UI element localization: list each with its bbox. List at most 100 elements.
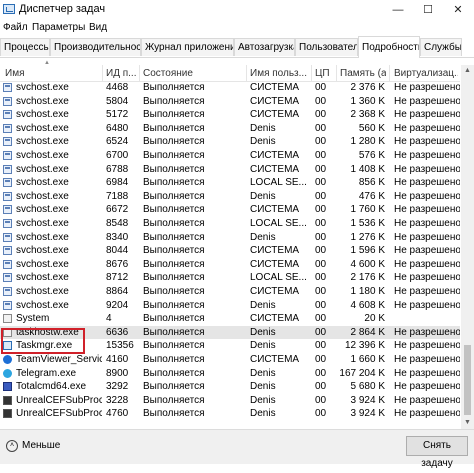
cell-name: svchost.exe: [16, 177, 69, 189]
cell-status: Выполняется: [143, 313, 205, 325]
cell-user: СИСТЕМА: [250, 313, 300, 325]
table-row[interactable]: svchost.exe 5804 Выполняется СИСТЕМА 00 1 360…: [0, 95, 460, 109]
menu-file[interactable]: Файл: [3, 22, 28, 33]
totalcmd-icon: [3, 382, 12, 392]
cell-name: UnrealCEFSubProces...: [16, 408, 102, 420]
tab-users[interactable]: Пользователи: [295, 38, 358, 56]
menu-options[interactable]: Параметры: [32, 22, 85, 33]
minimize-button[interactable]: —: [383, 0, 413, 20]
tab-details[interactable]: Подробности: [358, 36, 420, 58]
menu-view[interactable]: Вид: [89, 22, 107, 33]
column-name[interactable]: Имя: [5, 68, 100, 79]
table-row[interactable]: svchost.exe 8676 Выполняется СИСТЕМА 00 4 600…: [0, 258, 460, 272]
cell-virtualization: Не разрешено: [394, 367, 460, 379]
table-row[interactable]: svchost.exe 8864 Выполняется СИСТЕМА 00 1 180…: [0, 285, 460, 299]
cell-memory: 167 204 K: [339, 367, 385, 379]
table-row[interactable]: Telegram.exe 8900 Выполняется Denis 00 167 20…: [0, 367, 460, 381]
cell-pid: 6984: [106, 177, 129, 189]
maximize-button[interactable]: ☐: [413, 0, 443, 20]
table-row[interactable]: svchost.exe 6524 Выполняется Denis 00 1 280 K…: [0, 135, 460, 149]
scroll-down-icon[interactable]: ▼: [461, 417, 474, 429]
cell-user: Denis: [250, 122, 276, 134]
cell-status: Выполняется: [143, 109, 205, 121]
annotation-highlight-box: [1, 328, 85, 354]
cell-pid: 5172: [106, 109, 129, 121]
column-status[interactable]: Состояние: [143, 68, 243, 79]
tab-performance[interactable]: Производительность: [50, 38, 141, 56]
cell-memory: 1 360 K: [350, 95, 385, 107]
cell-virtualization: Не разрешено: [394, 177, 460, 189]
cell-memory: 1 660 K: [350, 354, 385, 365]
column-cpu[interactable]: ЦП: [315, 68, 335, 79]
scroll-thumb[interactable]: [464, 345, 471, 415]
cell-name: svchost.exe: [16, 190, 69, 202]
telegram-icon: [3, 368, 12, 378]
table-row[interactable]: svchost.exe 6984 Выполняется LOCAL SE... 00 8…: [0, 176, 460, 190]
cell-virtualization: Не разрешено: [394, 218, 460, 229]
table-row[interactable]: TeamViewer_Service.... 4160 Выполняется СИС…: [0, 353, 460, 367]
cell-user: Denis: [250, 340, 276, 352]
teamviewer-icon: [3, 355, 12, 364]
cell-status: Выполняется: [143, 190, 205, 202]
table-row[interactable]: svchost.exe 6700 Выполняется СИСТЕМА 00 576 K…: [0, 149, 460, 163]
column-memory[interactable]: Память (а...: [340, 68, 386, 79]
column-divider[interactable]: [311, 65, 312, 81]
unreal-icon: [3, 409, 12, 419]
vertical-scrollbar[interactable]: ▲ ▼: [461, 65, 474, 429]
table-row[interactable]: UnrealCEFSubProces... 4760 Выполняется Deni…: [0, 407, 460, 421]
cell-pid: 4: [106, 313, 112, 325]
collapse-icon[interactable]: ˄: [6, 440, 18, 452]
end-task-button[interactable]: Снять задачу: [406, 436, 468, 469]
table-row[interactable]: svchost.exe 7188 Выполняется Denis 00 476 K Не…: [0, 190, 460, 204]
service-icon: [3, 110, 12, 120]
column-divider[interactable]: [246, 65, 247, 81]
cell-user: LOCAL SE...: [250, 177, 307, 189]
service-icon: [3, 273, 12, 283]
cell-name: svchost.exe: [16, 231, 69, 243]
cell-name: svchost.exe: [16, 245, 69, 257]
tab-startup[interactable]: Автозагрузка: [234, 38, 295, 56]
table-row[interactable]: UnrealCEFSubProces... 3228 Выполняется Deni…: [0, 394, 460, 408]
table-row[interactable]: svchost.exe 8044 Выполняется СИСТЕМА 00 1 596…: [0, 244, 460, 258]
cell-user: Denis: [250, 136, 276, 148]
cell-user: СИСТЕМА: [250, 150, 300, 161]
table-row[interactable]: svchost.exe 8340 Выполняется Denis 00 1 276 K…: [0, 231, 460, 245]
column-divider[interactable]: [102, 65, 103, 81]
column-divider[interactable]: [139, 65, 140, 81]
column-pid[interactable]: ИД п...: [106, 68, 138, 79]
column-divider[interactable]: [389, 65, 390, 81]
table-row[interactable]: svchost.exe 8712 Выполняется LOCAL SE... 00 2…: [0, 271, 460, 285]
cell-pid: 8340: [106, 231, 129, 243]
cell-name: Telegram.exe: [16, 367, 77, 379]
column-divider[interactable]: [336, 65, 337, 81]
cell-virtualization: Не разрешено: [394, 82, 460, 93]
cell-memory: 1 276 K: [350, 231, 385, 243]
tab-services[interactable]: Службы: [420, 38, 462, 56]
table-row[interactable]: System 4 Выполняется СИСТЕМА 00 20 K: [0, 312, 460, 326]
table-row[interactable]: svchost.exe 9204 Выполняется Denis 00 4 608 K…: [0, 299, 460, 313]
table-row[interactable]: Totalcmd64.exe 3292 Выполняется Denis 00 5 68…: [0, 380, 460, 394]
service-icon: [3, 191, 12, 201]
column-user[interactable]: Имя польз...: [250, 68, 310, 79]
cell-user: СИСТЕМА: [250, 258, 300, 270]
table-row[interactable]: svchost.exe 8548 Выполняется LOCAL SE... 00 1…: [0, 217, 460, 231]
cell-status: Выполняется: [143, 367, 205, 379]
table-row[interactable]: svchost.exe 5172 Выполняется СИСТЕМА 00 2 368…: [0, 108, 460, 122]
cell-memory: 2 368 K: [350, 109, 385, 121]
cell-user: Denis: [250, 408, 276, 420]
table-row[interactable]: svchost.exe 6672 Выполняется СИСТЕМА 00 1 760…: [0, 203, 460, 217]
service-icon: [3, 300, 12, 310]
table-row[interactable]: svchost.exe 6788 Выполняется СИСТЕМА 00 1 408…: [0, 163, 460, 177]
fewer-details-link[interactable]: Меньше: [22, 440, 60, 451]
column-virtualization[interactable]: Виртуализац...: [394, 68, 458, 79]
tab-processes[interactable]: Процессы: [0, 38, 50, 56]
tab-app-history[interactable]: Журнал приложений: [141, 38, 234, 56]
table-row[interactable]: svchost.exe 4468 Выполняется СИСТЕМА 00 2 376…: [0, 81, 460, 95]
cell-virtualization: Не разрешено: [394, 354, 460, 365]
cell-status: Выполняется: [143, 272, 205, 284]
service-icon: [3, 123, 12, 133]
table-row[interactable]: svchost.exe 6480 Выполняется Denis 00 560 K Не…: [0, 122, 460, 136]
scroll-up-icon[interactable]: ▲: [461, 65, 474, 77]
cell-memory: 560 K: [358, 122, 385, 134]
close-button[interactable]: ✕: [443, 0, 473, 20]
